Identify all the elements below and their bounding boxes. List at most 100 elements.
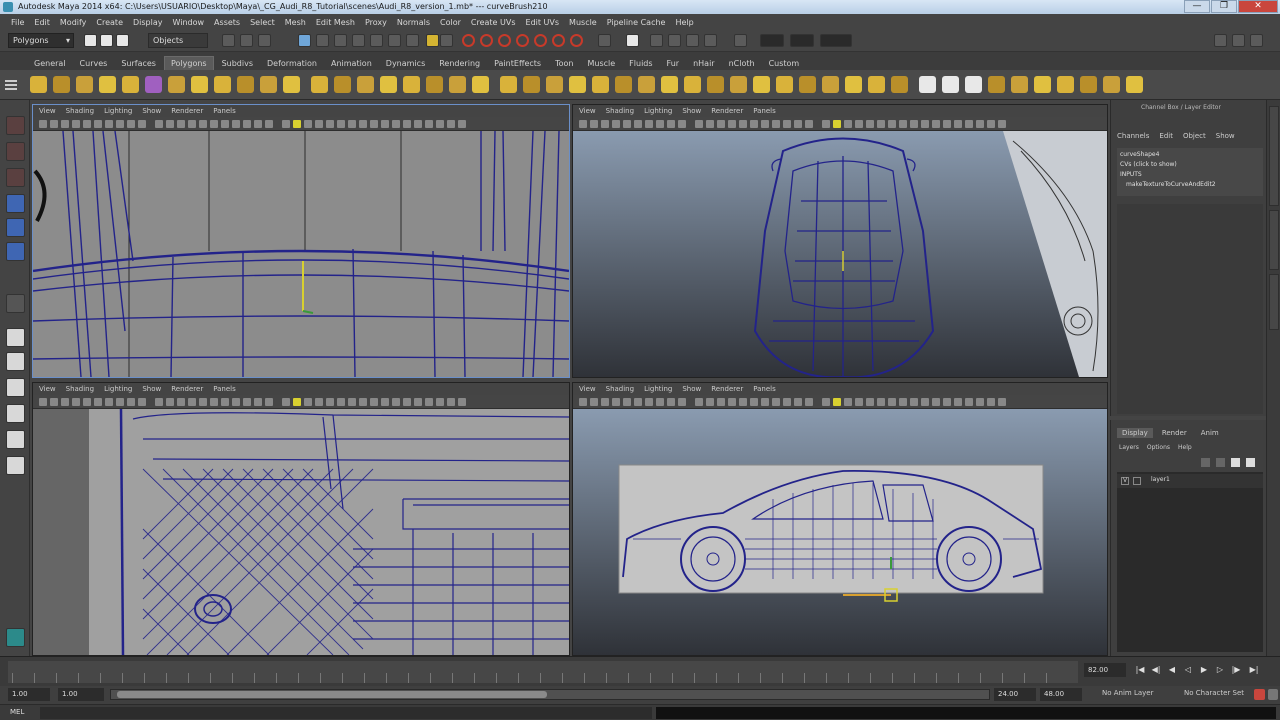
viewport-tool-icon[interactable] (39, 120, 47, 128)
viewport-tool-icon[interactable] (728, 120, 736, 128)
toggle-attribute-editor-icon[interactable] (1214, 34, 1227, 47)
viewport-tool-icon[interactable] (221, 120, 229, 128)
viewport-tool-icon[interactable] (155, 398, 163, 406)
poly-sphere-icon[interactable] (30, 76, 47, 93)
viewport-tool-icon[interactable] (717, 398, 725, 406)
viewport-tool-icon[interactable] (695, 120, 703, 128)
viewport-tool-icon[interactable] (221, 398, 229, 406)
viewport-tool-icon[interactable] (656, 120, 664, 128)
viewport-tool-icon[interactable] (370, 398, 378, 406)
viewport-tool-icon[interactable] (232, 120, 240, 128)
viewport-tool-icon[interactable] (254, 120, 262, 128)
close-button[interactable]: ✕ (1238, 0, 1278, 13)
ipr-render-icon[interactable] (668, 34, 681, 47)
viewport-tool-icon[interactable] (177, 120, 185, 128)
shelf-tab-dynamics[interactable]: Dynamics (380, 57, 431, 70)
make-live-icon-2[interactable] (1080, 76, 1097, 93)
step-forward-key-icon[interactable]: |▶ (1230, 664, 1242, 676)
menu-pipeline-cache[interactable]: Pipeline Cache (602, 18, 671, 27)
viewport-tool-icon[interactable] (888, 398, 896, 406)
viewport-tool-icon[interactable] (855, 120, 863, 128)
viewport-tool-icon[interactable] (326, 398, 334, 406)
viewport-tool-icon[interactable] (965, 120, 973, 128)
viewport-tool-icon[interactable] (61, 120, 69, 128)
viewport-tool-icon[interactable] (381, 398, 389, 406)
viewport-tool-icon[interactable] (976, 398, 984, 406)
viewport-tool-icon[interactable] (634, 398, 642, 406)
viewport-tool-icon[interactable] (888, 120, 896, 128)
viewport-tool-icon[interactable] (50, 120, 58, 128)
combine-icon[interactable] (311, 76, 328, 93)
shelf-tab-toon[interactable]: Toon (549, 57, 579, 70)
viewport-tool-icon[interactable] (210, 398, 218, 406)
shelf-tab-subdivs[interactable]: Subdivs (216, 57, 259, 70)
shelf-tab-muscle[interactable]: Muscle (581, 57, 621, 70)
viewport-tool-icon[interactable] (877, 398, 885, 406)
viewport-tool-icon[interactable] (83, 398, 91, 406)
viewport-tool-icon[interactable] (337, 120, 345, 128)
viewport-tool-icon[interactable] (293, 398, 301, 406)
viewport-tool-icon[interactable] (645, 398, 653, 406)
playback-end-field[interactable]: 24.00 (994, 688, 1036, 701)
viewport-canvas-top[interactable] (573, 131, 1107, 377)
shape-node-name[interactable]: curveShape4 (1120, 150, 1261, 160)
viewport-tool-icon[interactable] (866, 398, 874, 406)
shelf-tab-general[interactable]: General (28, 57, 72, 70)
viewport-menu-lighting[interactable]: Lighting (644, 107, 672, 115)
menu-edit-mesh[interactable]: Edit Mesh (311, 18, 360, 27)
viewport-tool-icon[interactable] (61, 398, 69, 406)
step-back-key-icon[interactable]: ◀| (1150, 664, 1162, 676)
insert-edge-loop-icon[interactable] (592, 76, 609, 93)
viewport-tool-icon[interactable] (601, 120, 609, 128)
viewport-tool-icon[interactable] (348, 398, 356, 406)
cleanup-icon[interactable] (891, 76, 908, 93)
outliner-layout-icon[interactable] (6, 456, 25, 475)
viewport-bottom-right[interactable]: View Shading Lighting Show Renderer Panels (572, 382, 1108, 656)
viewport-tool-icon[interactable] (601, 398, 609, 406)
viewport-menu-renderer[interactable]: Renderer (171, 385, 203, 393)
viewport-tool-icon[interactable] (392, 398, 400, 406)
viewport-tool-icon[interactable] (436, 120, 444, 128)
poly-cube-icon[interactable] (53, 76, 70, 93)
step-back-frame-icon[interactable]: ◀ (1166, 664, 1178, 676)
viewport-tool-icon[interactable] (954, 120, 962, 128)
viewport-tool-icon[interactable] (282, 398, 290, 406)
viewport-tool-icon[interactable] (634, 120, 642, 128)
viewport-tool-icon[interactable] (805, 398, 813, 406)
boolean-intersection-icon[interactable] (449, 76, 466, 93)
extrude-icon[interactable] (638, 76, 655, 93)
viewport-tool-icon[interactable] (590, 120, 598, 128)
viewport-top-left[interactable]: View Shading Lighting Show Renderer Panels (32, 104, 570, 378)
viewport-tool-icon[interactable] (921, 120, 929, 128)
menu-muscle[interactable]: Muscle (564, 18, 602, 27)
help-menu[interactable]: Help (1178, 444, 1192, 451)
viewport-tool-icon[interactable] (304, 120, 312, 128)
viewport-menu-shading[interactable]: Shading (606, 107, 634, 115)
hierarchy-mode-icon[interactable] (222, 34, 235, 47)
layers-menu[interactable]: Layers (1119, 444, 1139, 451)
viewport-menu-lighting[interactable]: Lighting (104, 385, 132, 393)
snap-to-point-icon[interactable] (498, 34, 511, 47)
viewport-tool-icon[interactable] (50, 398, 58, 406)
viewport-tool-icon[interactable] (866, 120, 874, 128)
viewport-tool-icon[interactable] (188, 120, 196, 128)
viewport-tool-icon[interactable] (105, 398, 113, 406)
select-dynamics-icon[interactable] (388, 34, 401, 47)
viewport-tool-icon[interactable] (326, 120, 334, 128)
play-backwards-icon[interactable]: ◁ (1182, 664, 1194, 676)
viewport-tool-icon[interactable] (425, 120, 433, 128)
viewport-tool-icon[interactable] (282, 120, 290, 128)
shelf-tab-custom[interactable]: Custom (763, 57, 806, 70)
viewport-tool-icon[interactable] (348, 120, 356, 128)
viewport-tool-icon[interactable] (750, 398, 758, 406)
viewport-tool-icon[interactable] (265, 120, 273, 128)
viewport-tool-icon[interactable] (188, 398, 196, 406)
reduce-icon[interactable] (868, 76, 885, 93)
viewport-tool-icon[interactable] (794, 398, 802, 406)
viewport-tool-icon[interactable] (844, 120, 852, 128)
merge-icon[interactable] (684, 76, 701, 93)
output-ops-icon[interactable] (570, 34, 583, 47)
viewport-tool-icon[interactable] (414, 398, 422, 406)
viewport-tool-icon[interactable] (304, 398, 312, 406)
viewport-tool-icon[interactable] (447, 120, 455, 128)
